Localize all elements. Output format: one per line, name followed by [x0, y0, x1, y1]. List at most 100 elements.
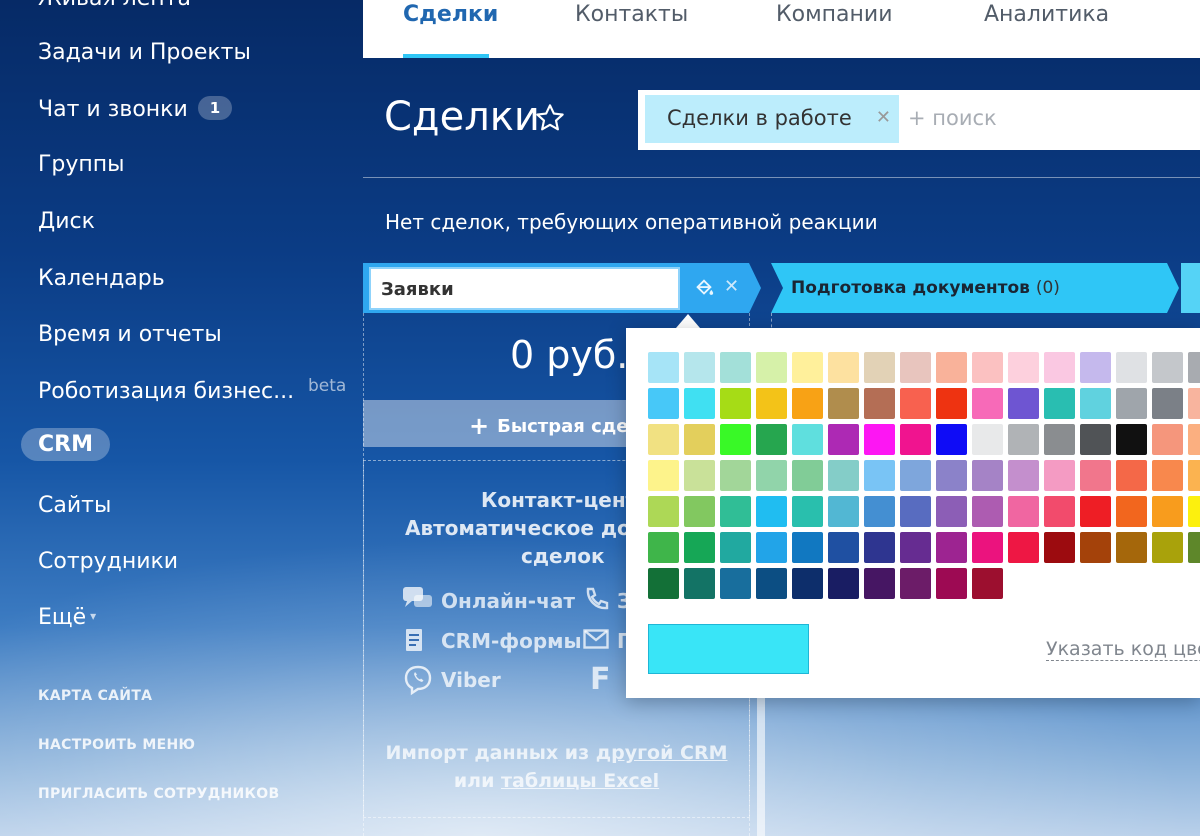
- color-swatch[interactable]: [648, 352, 679, 383]
- color-swatch[interactable]: [900, 532, 931, 563]
- color-swatch[interactable]: [1152, 532, 1183, 563]
- color-swatch[interactable]: [756, 352, 787, 383]
- color-swatch[interactable]: [1188, 460, 1200, 491]
- color-swatch[interactable]: [864, 424, 895, 455]
- color-swatch[interactable]: [1116, 352, 1147, 383]
- color-swatch[interactable]: [1152, 460, 1183, 491]
- color-swatch[interactable]: [1044, 460, 1075, 491]
- source-online-chat[interactable]: Онлайн-чат: [441, 589, 575, 613]
- color-swatch[interactable]: [720, 460, 751, 491]
- import-excel-link[interactable]: таблицы Excel: [501, 770, 659, 792]
- color-swatch[interactable]: [1188, 496, 1200, 527]
- color-swatch[interactable]: [900, 568, 931, 599]
- color-swatch[interactable]: [1008, 424, 1039, 455]
- color-swatch[interactable]: [1008, 388, 1039, 419]
- color-swatch[interactable]: [1080, 424, 1111, 455]
- color-swatch[interactable]: [1080, 352, 1111, 383]
- color-swatch[interactable]: [1008, 532, 1039, 563]
- color-swatch[interactable]: [1152, 388, 1183, 419]
- tab-contacts[interactable]: Контакты: [575, 2, 688, 27]
- sidebar-item-robotization[interactable]: Роботизация бизнес...: [38, 379, 294, 404]
- color-swatch[interactable]: [864, 496, 895, 527]
- color-swatch[interactable]: [1080, 496, 1111, 527]
- source-crm-forms[interactable]: CRM-формы: [441, 629, 582, 653]
- color-swatch[interactable]: [756, 460, 787, 491]
- color-swatch[interactable]: [936, 388, 967, 419]
- color-swatch[interactable]: [936, 424, 967, 455]
- close-icon[interactable]: ✕: [876, 107, 891, 128]
- color-swatch[interactable]: [720, 568, 751, 599]
- color-swatch[interactable]: [936, 460, 967, 491]
- color-swatch[interactable]: [720, 532, 751, 563]
- color-swatch[interactable]: [756, 388, 787, 419]
- color-swatch[interactable]: [720, 424, 751, 455]
- color-swatch[interactable]: [828, 352, 859, 383]
- color-swatch[interactable]: [1152, 424, 1183, 455]
- color-swatch[interactable]: [648, 496, 679, 527]
- color-swatch[interactable]: [936, 568, 967, 599]
- color-swatch[interactable]: [900, 388, 931, 419]
- color-swatch[interactable]: [1152, 352, 1183, 383]
- color-swatch[interactable]: [648, 568, 679, 599]
- color-swatch[interactable]: [900, 496, 931, 527]
- color-swatch[interactable]: [900, 352, 931, 383]
- stage-header-next[interactable]: [1181, 263, 1200, 313]
- sidebar-item-disk[interactable]: Диск: [38, 209, 95, 234]
- sidebar-item-employees[interactable]: Сотрудники: [38, 549, 178, 574]
- tab-analytics[interactable]: Аналитика: [984, 2, 1109, 27]
- tab-deals[interactable]: Сделки: [403, 2, 498, 27]
- sidebar-item-calendar[interactable]: Календарь: [38, 266, 165, 291]
- color-swatch[interactable]: [828, 568, 859, 599]
- color-swatch[interactable]: [1044, 352, 1075, 383]
- sidebar-item-tasks[interactable]: Задачи и Проекты: [38, 40, 251, 65]
- color-swatch[interactable]: [864, 388, 895, 419]
- color-swatch[interactable]: [936, 532, 967, 563]
- color-swatch[interactable]: [684, 496, 715, 527]
- color-swatch[interactable]: [1188, 388, 1200, 419]
- color-swatch[interactable]: [828, 388, 859, 419]
- color-swatch[interactable]: [864, 568, 895, 599]
- color-swatch[interactable]: [1008, 496, 1039, 527]
- star-icon[interactable]: [534, 102, 566, 134]
- color-swatch[interactable]: [972, 496, 1003, 527]
- source-viber[interactable]: Viber: [441, 668, 501, 692]
- color-swatch[interactable]: [1188, 532, 1200, 563]
- color-swatch[interactable]: [1152, 496, 1183, 527]
- paint-bucket-icon[interactable]: [693, 277, 715, 299]
- color-swatch[interactable]: [792, 388, 823, 419]
- color-swatch[interactable]: [864, 460, 895, 491]
- configure-menu-link[interactable]: НАСТРОИТЬ МЕНЮ: [38, 737, 195, 753]
- color-swatch[interactable]: [1116, 532, 1147, 563]
- color-swatch[interactable]: [792, 496, 823, 527]
- color-swatch[interactable]: [720, 352, 751, 383]
- color-swatch[interactable]: [1188, 424, 1200, 455]
- color-swatch[interactable]: [792, 532, 823, 563]
- tab-companies[interactable]: Компании: [776, 2, 893, 27]
- color-swatch[interactable]: [1044, 424, 1075, 455]
- color-swatch[interactable]: [972, 388, 1003, 419]
- color-swatch[interactable]: [1044, 496, 1075, 527]
- sidebar-item-crm[interactable]: CRM: [21, 428, 110, 461]
- color-swatch[interactable]: [828, 496, 859, 527]
- color-swatch[interactable]: [1080, 460, 1111, 491]
- sidebar-item-time-reports[interactable]: Время и отчеты: [38, 322, 222, 347]
- filter-preset-tag[interactable]: Сделки в работе ✕: [645, 95, 899, 143]
- sidebar-item-groups[interactable]: Группы: [38, 152, 125, 177]
- color-swatch[interactable]: [756, 532, 787, 563]
- sidebar-item-more[interactable]: Ещё ▾: [38, 605, 96, 630]
- color-swatch[interactable]: [828, 424, 859, 455]
- color-swatch[interactable]: [648, 460, 679, 491]
- color-swatch[interactable]: [684, 424, 715, 455]
- color-swatch[interactable]: [864, 352, 895, 383]
- color-swatch[interactable]: [972, 352, 1003, 383]
- color-swatch[interactable]: [720, 388, 751, 419]
- color-swatch[interactable]: [684, 532, 715, 563]
- color-swatch[interactable]: [720, 496, 751, 527]
- color-swatch[interactable]: [972, 460, 1003, 491]
- color-swatch[interactable]: [792, 352, 823, 383]
- sitemap-link[interactable]: КАРТА САЙТА: [38, 688, 152, 704]
- stage-title-input[interactable]: Заявки: [369, 267, 680, 310]
- enter-hex-code-link[interactable]: Указать код цвета: [1046, 638, 1200, 661]
- color-swatch[interactable]: [1188, 352, 1200, 383]
- color-swatch[interactable]: [828, 532, 859, 563]
